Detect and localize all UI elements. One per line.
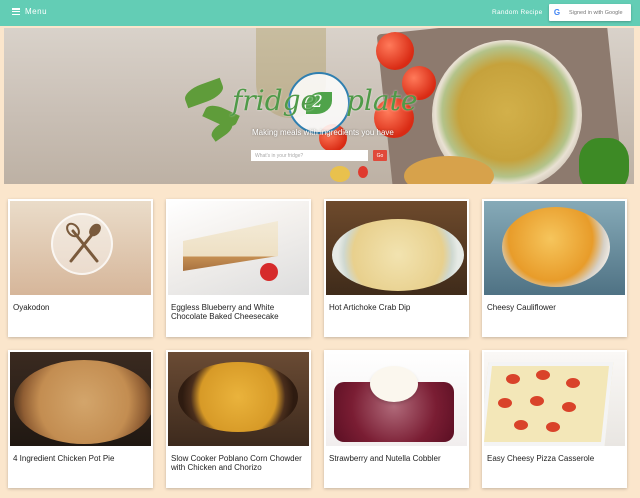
recipe-title: Strawberry and Nutella Cobbler [329, 454, 441, 463]
recipe-card[interactable]: Eggless Blueberry and White Chocolate Ba… [166, 199, 311, 337]
hero-green-pepper [579, 138, 629, 184]
recipe-card[interactable]: Easy Cheesy Pizza Casserole [482, 350, 627, 488]
utensils-icon [51, 213, 113, 275]
pepperoni-slice [536, 370, 550, 380]
dip-dish [332, 219, 464, 291]
recipe-image [168, 352, 309, 446]
hero-red-pepper [358, 166, 368, 178]
recipe-image [168, 201, 309, 295]
ingredient-search-input[interactable] [251, 150, 368, 161]
recipe-card[interactable]: Hot Artichoke Crab Dip [324, 199, 469, 337]
pepperoni-slice [566, 378, 580, 388]
random-recipe-link[interactable]: Random Recipe [492, 9, 543, 16]
cauliflower-dish [502, 207, 610, 287]
recipe-title: Eggless Blueberry and White Chocolate Ba… [171, 303, 279, 321]
recipe-title: Cheesy Cauliflower [487, 303, 556, 312]
pot-pie-dish [14, 360, 151, 444]
recipe-title: Oyakodon [13, 303, 50, 312]
rose-garnish [260, 263, 278, 281]
ice-cream-scoop [370, 366, 418, 402]
google-signin-button[interactable]: G Signed in with Google [549, 4, 631, 21]
recipe-image [484, 201, 625, 295]
recipe-card[interactable]: Cheesy Cauliflower [482, 199, 627, 337]
recipe-image [326, 352, 467, 446]
recipe-image [10, 201, 151, 295]
logo-word-plate: plate [346, 84, 418, 117]
menu-label: Menu [25, 7, 48, 16]
recipe-title: 4 Ingredient Chicken Pot Pie [13, 454, 115, 463]
google-signin-label: Signed in with Google [569, 9, 623, 16]
google-icon: G [553, 8, 561, 17]
recipe-card[interactable]: Oyakodon [8, 199, 153, 337]
pepperoni-slice [562, 402, 576, 412]
recipe-title: Slow Cooker Poblano Corn Chowder with Ch… [171, 454, 302, 472]
recipe-image [10, 352, 151, 446]
recipe-image [484, 352, 625, 446]
pepperoni-slice [498, 398, 512, 408]
recipe-card[interactable]: Strawberry and Nutella Cobbler [324, 350, 469, 488]
hero-lemon [330, 166, 350, 182]
site-logo[interactable]: 2 fridge plate [228, 72, 418, 134]
hero-basil-leaf [182, 77, 226, 109]
recipe-card[interactable]: 4 Ingredient Chicken Pot Pie [8, 350, 153, 488]
recipe-title: Hot Artichoke Crab Dip [329, 303, 411, 312]
pepperoni-slice [514, 420, 528, 430]
recipe-card[interactable]: Slow Cooker Poblano Corn Chowder with Ch… [166, 350, 311, 488]
pepperoni-slice [546, 422, 560, 432]
recipe-image [326, 201, 467, 295]
pepperoni-slice [530, 396, 544, 406]
recipe-title: Easy Cheesy Pizza Casserole [487, 454, 595, 463]
hero-tomato [376, 32, 414, 70]
pepperoni-slice [506, 374, 520, 384]
hero-tagline: Making meals with ingredients you have [252, 128, 394, 137]
menu-button[interactable]: Menu [12, 7, 47, 16]
top-navigation-bar: Menu Random Recipe G Signed in with Goog… [0, 0, 640, 26]
hamburger-icon [12, 8, 20, 15]
logo-word-fridge: fridge [232, 84, 318, 117]
chowder-pot [178, 362, 298, 432]
search-go-button[interactable]: Go [373, 150, 387, 161]
